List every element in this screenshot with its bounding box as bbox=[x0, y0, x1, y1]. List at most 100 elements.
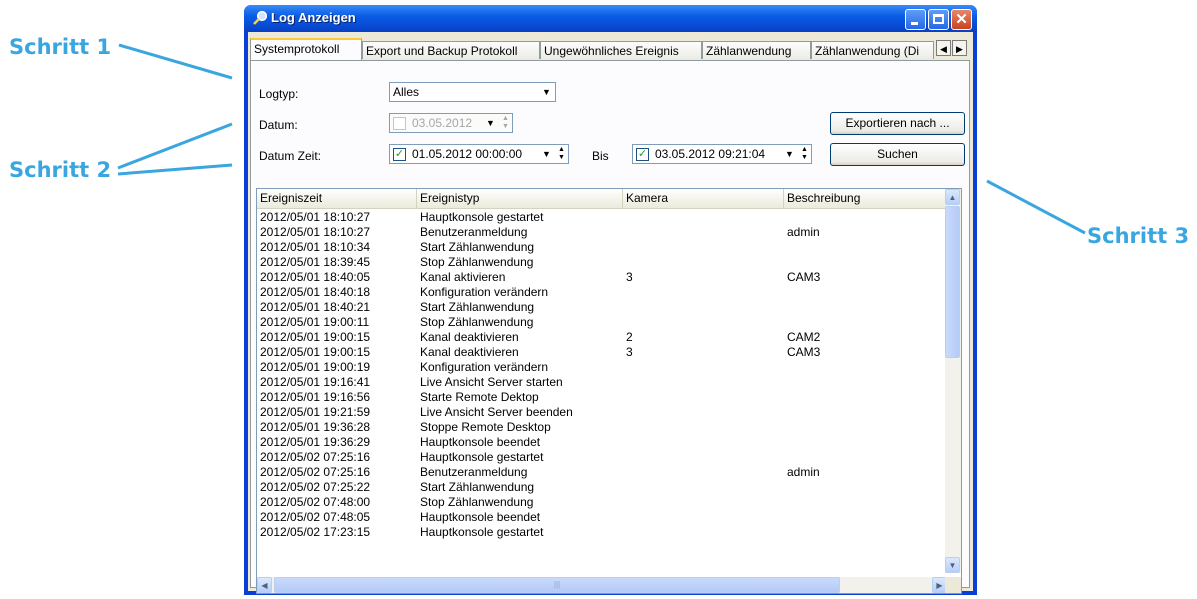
cell-ereignistyp: Benutzeranmeldung bbox=[420, 465, 528, 479]
scroll-left-button[interactable]: ◀ bbox=[257, 577, 272, 593]
cell-ereignistyp: Stop Zählanwendung bbox=[420, 315, 534, 329]
window-client: Systemprotokoll Export und Backup Protok… bbox=[248, 32, 973, 594]
cell-ereigniszeit: 2012/05/02 07:25:22 bbox=[260, 480, 371, 494]
from-datetime-value[interactable]: 01.05.2012 00:00:00 bbox=[412, 145, 522, 163]
spin-up-icon[interactable]: ▲ bbox=[558, 146, 565, 153]
vertical-scrollbar[interactable]: ▲ ▼ bbox=[945, 189, 961, 573]
cell-ereignistyp: Starte Remote Dektop bbox=[420, 390, 539, 404]
table-row[interactable]: 2012/05/02 07:25:22 Start Zählanwendung bbox=[257, 480, 948, 495]
spin-down-icon[interactable]: ▼ bbox=[801, 154, 808, 161]
cell-ereignistyp: Kanal aktivieren bbox=[420, 270, 506, 284]
table-row[interactable]: 2012/05/01 19:21:59 Live Ansicht Server b… bbox=[257, 405, 948, 420]
cell-ereigniszeit: 2012/05/01 19:00:19 bbox=[260, 360, 371, 374]
tab-scroll-right-button[interactable]: ▶ bbox=[952, 40, 967, 56]
table-row[interactable]: 2012/05/01 19:00:19 Konfiguration verände… bbox=[257, 360, 948, 375]
table-row[interactable]: 2012/05/02 07:25:16 Benutzeranmeldung admi… bbox=[257, 465, 948, 480]
logtyp-dropdown[interactable]: Alles ▼ bbox=[389, 82, 556, 102]
maximize-button[interactable] bbox=[928, 9, 949, 30]
cell-ereigniszeit: 2012/05/01 19:21:59 bbox=[260, 405, 371, 419]
bis-label: Bis bbox=[592, 149, 609, 163]
cell-ereigniszeit: 2012/05/01 18:10:34 bbox=[260, 240, 371, 254]
cell-ereignistyp: Hauptkonsole gestartet bbox=[420, 450, 544, 464]
tab-systemprotokoll[interactable]: Systemprotokoll bbox=[250, 38, 362, 60]
tab-ungewoehnliches-ereignis[interactable]: Ungewöhnliches Ereignis bbox=[540, 41, 702, 59]
from-dropdown-icon[interactable]: ▼ bbox=[539, 146, 554, 162]
to-datetime-value[interactable]: 03.05.2012 09:21:04 bbox=[655, 145, 765, 163]
cell-ereignistyp: Hauptkonsole gestartet bbox=[420, 210, 544, 224]
table-row[interactable]: 2012/05/01 19:16:56 Starte Remote Dektop bbox=[257, 390, 948, 405]
scroll-down-button[interactable]: ▼ bbox=[945, 557, 960, 573]
table-row[interactable]: 2012/05/01 19:36:29 Hauptkonsole beendet bbox=[257, 435, 948, 450]
table-row[interactable]: 2012/05/02 07:48:05 Hauptkonsole beendet bbox=[257, 510, 948, 525]
cell-ereignistyp: Start Zählanwendung bbox=[420, 240, 535, 254]
datum-spinner: ▲ ▼ bbox=[500, 115, 511, 131]
cell-ereignistyp: Konfiguration verändern bbox=[420, 285, 549, 299]
search-button[interactable]: Suchen bbox=[830, 143, 965, 166]
cell-ereigniszeit: 2012/05/01 19:36:29 bbox=[260, 435, 371, 449]
to-spinner[interactable]: ▲ ▼ bbox=[799, 146, 810, 162]
cell-ereignistyp: Stoppe Remote Desktop bbox=[420, 420, 551, 434]
magnifier-icon bbox=[253, 10, 268, 25]
window-title: Log Anzeigen bbox=[271, 10, 356, 25]
log-window: Log Anzeigen ✕ Systemprotokoll Export un… bbox=[244, 5, 977, 595]
scrollbar-corner bbox=[945, 577, 961, 593]
maximize-icon bbox=[933, 14, 944, 24]
close-button[interactable]: ✕ bbox=[951, 9, 972, 30]
table-row[interactable]: 2012/05/01 19:00:11 Stop Zählanwendung bbox=[257, 315, 948, 330]
to-dropdown-icon[interactable]: ▼ bbox=[782, 146, 797, 162]
cell-ereignistyp: Kanal deaktivieren bbox=[420, 345, 519, 359]
spin-up-icon[interactable]: ▲ bbox=[801, 146, 808, 153]
scroll-up-button[interactable]: ▲ bbox=[945, 189, 960, 205]
datum-value: 03.05.2012 bbox=[412, 116, 473, 130]
cell-ereigniszeit: 2012/05/01 18:40:21 bbox=[260, 300, 371, 314]
table-row[interactable]: 2012/05/01 19:16:41 Live Ansicht Server s… bbox=[257, 375, 948, 390]
title-bar[interactable]: Log Anzeigen ✕ bbox=[244, 5, 977, 32]
export-button[interactable]: Exportieren nach ... bbox=[830, 112, 965, 135]
vertical-scroll-thumb[interactable] bbox=[945, 206, 960, 358]
tab-zaehlanwendung-di[interactable]: Zählanwendung (Di bbox=[811, 41, 934, 59]
table-row[interactable]: 2012/05/01 19:00:15 Kanal deaktivieren 3 CA… bbox=[257, 345, 948, 360]
table-row[interactable]: 2012/05/01 18:40:05 Kanal aktivieren 3 CAM3 bbox=[257, 270, 948, 285]
column-header-ereigniszeit[interactable]: Ereigniszeit bbox=[257, 189, 417, 208]
cell-ereigniszeit: 2012/05/01 18:39:45 bbox=[260, 255, 371, 269]
tab-zaehlanwendung[interactable]: Zählanwendung bbox=[702, 41, 811, 59]
logtyp-label: Logtyp: bbox=[259, 87, 299, 101]
table-row[interactable]: 2012/05/02 07:25:16 Hauptkonsole gestarte… bbox=[257, 450, 948, 465]
to-datetime-picker[interactable]: ✓ 03.05.2012 09:21:04 ▼ ▲ ▼ bbox=[632, 144, 812, 164]
tab-export-backup[interactable]: Export und Backup Protokoll bbox=[362, 41, 540, 59]
tab-scroll-left-button[interactable]: ◀ bbox=[936, 40, 951, 56]
cell-ereigniszeit: 2012/05/02 07:48:05 bbox=[260, 510, 371, 524]
cell-ereigniszeit: 2012/05/01 19:16:41 bbox=[260, 375, 371, 389]
horizontal-scroll-thumb[interactable]: ||| bbox=[274, 577, 840, 593]
table-row[interactable]: 2012/05/02 17:23:15 Hauptkonsole gestarte… bbox=[257, 525, 948, 540]
cell-ereigniszeit: 2012/05/01 19:16:56 bbox=[260, 390, 371, 404]
from-checkbox[interactable]: ✓ bbox=[393, 148, 406, 161]
cell-kamera: 2 bbox=[626, 330, 633, 344]
column-header-ereignistyp[interactable]: Ereignistyp bbox=[417, 189, 623, 208]
to-checkbox[interactable]: ✓ bbox=[636, 148, 649, 161]
table-row[interactable]: 2012/05/01 18:40:21 Start Zählanwendung bbox=[257, 300, 948, 315]
table-row[interactable]: 2012/05/01 18:40:18 Konfiguration verände… bbox=[257, 285, 948, 300]
table-row[interactable]: 2012/05/01 18:10:34 Start Zählanwendung bbox=[257, 240, 948, 255]
column-header-beschreibung[interactable]: Beschreibung bbox=[784, 189, 948, 208]
table-row[interactable]: 2012/05/01 19:36:28 Stoppe Remote Desktop bbox=[257, 420, 948, 435]
datum-picker: 03.05.2012 ▼ ▲ ▼ bbox=[389, 113, 513, 133]
tab-strip: Systemprotokoll Export und Backup Protok… bbox=[248, 38, 973, 60]
minimize-button[interactable] bbox=[905, 9, 926, 30]
table-row[interactable]: 2012/05/01 18:39:45 Stop Zählanwendung bbox=[257, 255, 948, 270]
close-icon: ✕ bbox=[955, 11, 968, 28]
from-datetime-picker[interactable]: ✓ 01.05.2012 00:00:00 ▼ ▲ ▼ bbox=[389, 144, 569, 164]
cell-ereignistyp: Live Ansicht Server beenden bbox=[420, 405, 573, 419]
cell-ereigniszeit: 2012/05/01 18:10:27 bbox=[260, 210, 371, 224]
table-row[interactable]: 2012/05/01 19:00:15 Kanal deaktivieren 2 CA… bbox=[257, 330, 948, 345]
horizontal-scrollbar[interactable]: ◀ ||| ▶ bbox=[257, 577, 947, 593]
from-spinner[interactable]: ▲ ▼ bbox=[556, 146, 567, 162]
cell-beschreibung: CAM2 bbox=[787, 330, 821, 344]
event-list[interactable]: Ereigniszeit Ereignistyp Kamera Beschrei… bbox=[256, 188, 962, 594]
table-row[interactable]: 2012/05/01 18:10:27 Hauptkonsole gestarte… bbox=[257, 210, 948, 225]
column-header-kamera[interactable]: Kamera bbox=[623, 189, 784, 208]
table-row[interactable]: 2012/05/02 07:48:00 Stop Zählanwendung bbox=[257, 495, 948, 510]
table-row[interactable]: 2012/05/01 18:10:27 Benutzeranmeldung admi… bbox=[257, 225, 948, 240]
spin-down-icon[interactable]: ▼ bbox=[558, 154, 565, 161]
cell-ereigniszeit: 2012/05/02 07:48:00 bbox=[260, 495, 371, 509]
